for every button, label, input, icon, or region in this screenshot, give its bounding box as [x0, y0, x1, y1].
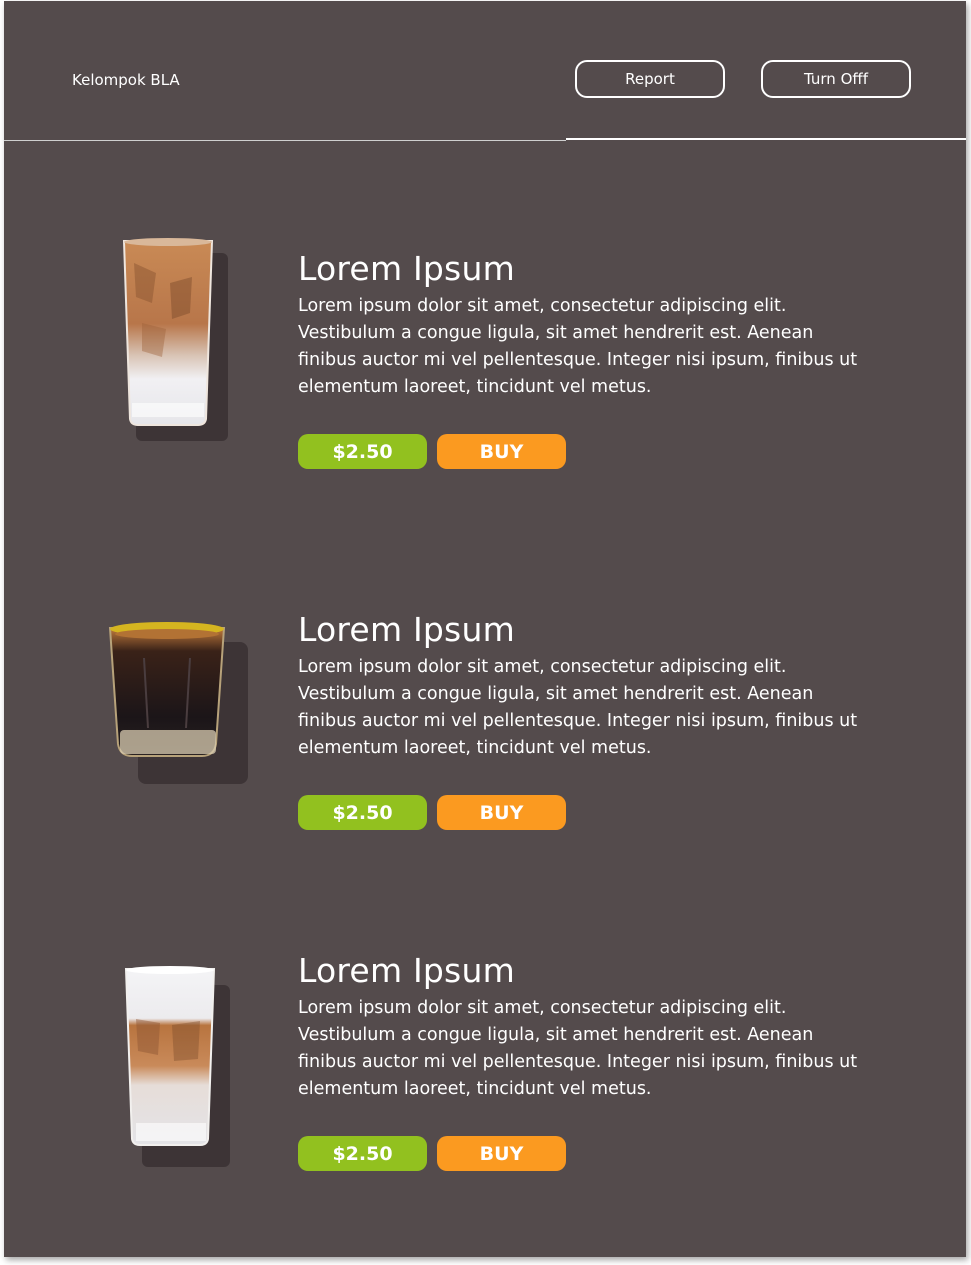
price-badge: $2.50: [298, 434, 427, 469]
price-badge: $2.50: [298, 1136, 427, 1171]
buy-button[interactable]: BUY: [437, 795, 566, 830]
buy-button[interactable]: BUY: [437, 1136, 566, 1171]
turn-off-button[interactable]: Turn Offf: [761, 60, 911, 98]
product-description: Lorem ipsum dolor sit amet, consectetur …: [298, 657, 858, 758]
header: Kelompok BLA Report Turn Offf: [4, 1, 966, 141]
product-card: Lorem Ipsum Lorem ipsum dolor sit amet, …: [4, 594, 966, 854]
iced-latte-image: [122, 238, 228, 441]
product-description: Lorem ipsum dolor sit amet, consectetur …: [298, 296, 858, 397]
layered-latte-image: [124, 966, 230, 1167]
buy-button[interactable]: BUY: [437, 434, 566, 469]
brand-name: Kelompok BLA: [72, 71, 180, 89]
product-description: Lorem ipsum dolor sit amet, consectetur …: [298, 998, 858, 1099]
product-title: Lorem Ipsum: [298, 249, 515, 288]
header-divider-accent: [566, 138, 966, 140]
product-card: Lorem Ipsum Lorem ipsum dolor sit amet, …: [4, 935, 966, 1195]
product-title: Lorem Ipsum: [298, 610, 515, 649]
header-divider: [4, 140, 566, 141]
report-button[interactable]: Report: [575, 60, 725, 98]
espresso-image: [108, 622, 248, 784]
price-badge: $2.50: [298, 795, 427, 830]
product-title: Lorem Ipsum: [298, 951, 515, 990]
product-card: Lorem Ipsum Lorem ipsum dolor sit amet, …: [4, 233, 966, 493]
page-frame: Kelompok BLA Report Turn Offf Lorem Ipsu…: [4, 1, 966, 1257]
